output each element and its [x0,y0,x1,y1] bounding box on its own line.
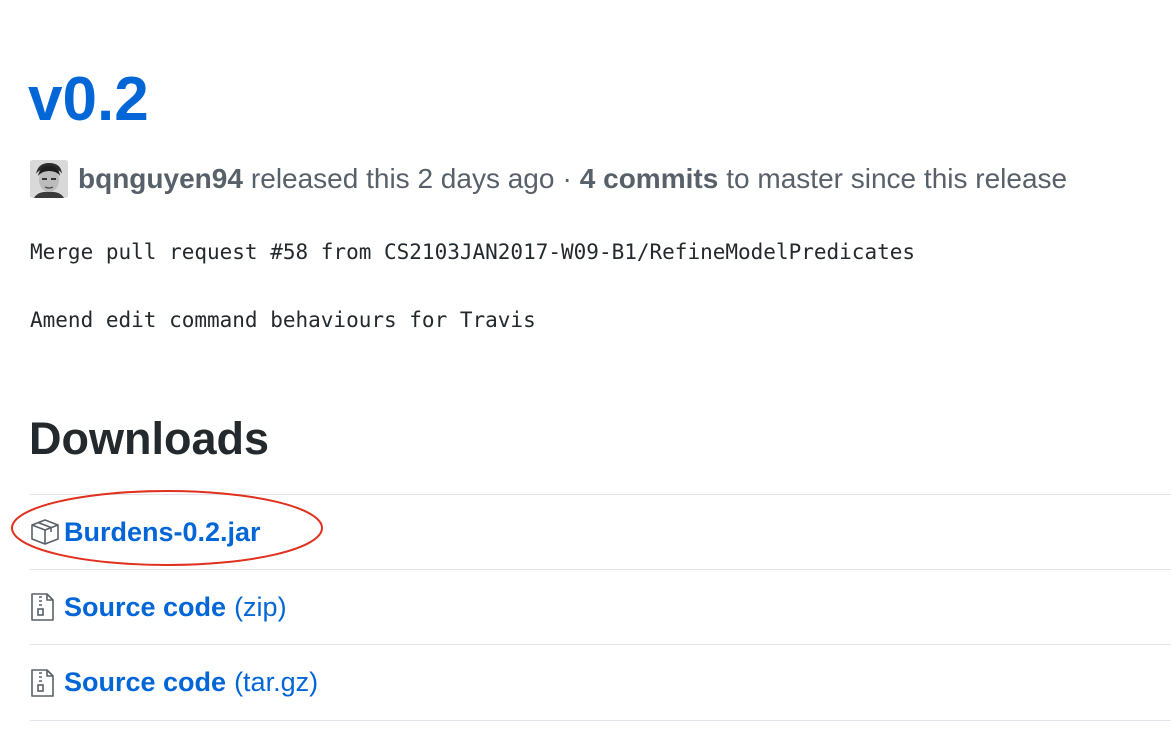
download-name: Source code [64,667,227,697]
package-icon [30,517,60,547]
release-note-line: Amend edit command behaviours for Travis [30,308,536,332]
download-name: Burdens-0.2.jar [64,516,261,547]
download-link-jar[interactable]: Burdens-0.2.jar [64,517,261,548]
avatar[interactable] [30,160,68,198]
avatar-image [30,160,68,198]
downloads-list: Burdens-0.2.jar Source code (zip) Source… [30,494,1171,721]
file-zip-icon [30,668,60,698]
file-zip-icon [30,592,60,622]
commits-link[interactable]: 4 commits [580,163,719,195]
author-link[interactable]: bqnguyen94 [78,163,243,195]
download-item-jar: Burdens-0.2.jar [30,494,1171,569]
commits-suffix: to master since this release [726,163,1068,194]
meta-separator: · [562,163,572,194]
release-tag-title[interactable]: v0.2 [28,64,149,136]
downloads-heading: Downloads [29,413,270,464]
download-link-zip[interactable]: Source code (zip) [64,592,287,623]
download-ext: (zip) [234,591,287,622]
download-ext: (tar.gz) [234,667,319,697]
download-item-targz: Source code (tar.gz) [30,644,1171,721]
download-link-targz[interactable]: Source code (tar.gz) [64,667,318,698]
download-item-zip: Source code (zip) [30,569,1171,644]
released-text: released this 2 days ago [250,163,555,194]
release-meta: bqnguyen94 released this 2 days ago · 4 … [30,158,1067,200]
download-name: Source code [64,591,227,622]
release-note-line: Merge pull request #58 from CS2103JAN201… [30,240,916,264]
